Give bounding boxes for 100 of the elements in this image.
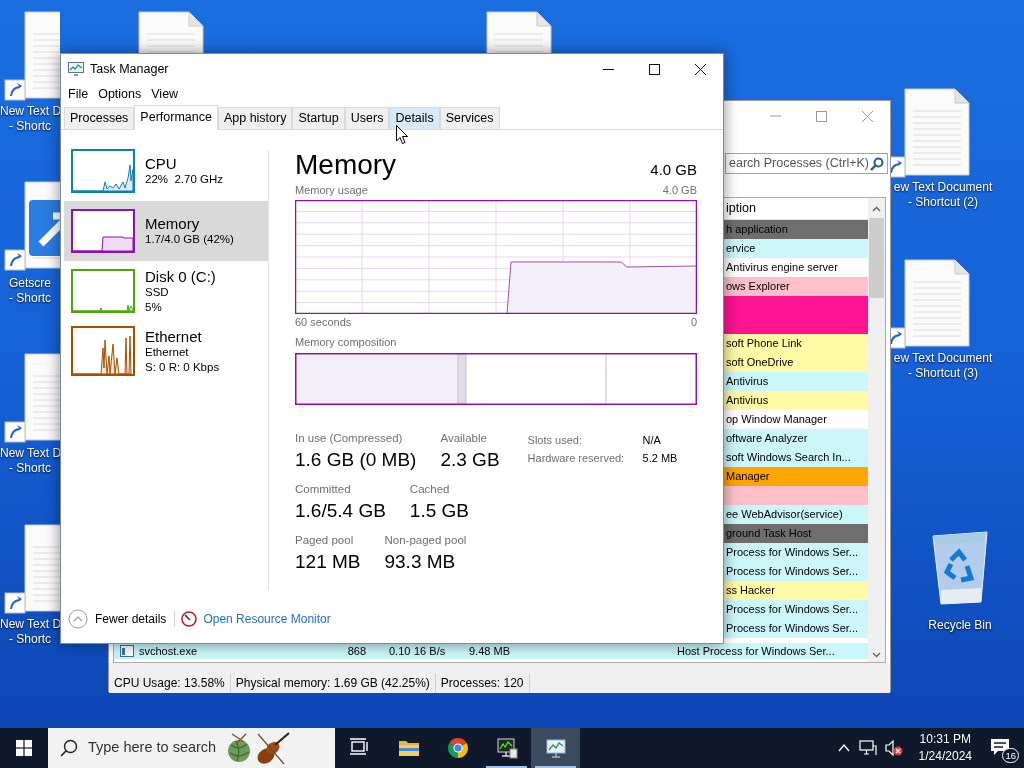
icon-label: - Shortc bbox=[8, 461, 52, 476]
table-cell: soft Phone Link bbox=[722, 334, 868, 353]
stat-value: 93.3 MB bbox=[384, 550, 457, 574]
table-cell: oftware Analyzer bbox=[722, 429, 868, 448]
icon-label: - Shortcut (2) bbox=[907, 195, 979, 210]
volume-muted-icon[interactable] bbox=[884, 740, 903, 756]
monitor-graph-icon[interactable] bbox=[495, 737, 518, 759]
resource-item[interactable]: Memory 1.7/4.0 GB (42%) bbox=[64, 201, 268, 261]
notification-center-button[interactable]: 16 bbox=[990, 736, 1016, 760]
taskbar-search-box[interactable]: Type here to search bbox=[48, 728, 335, 768]
icon-label: - Shortc bbox=[8, 291, 52, 306]
tab[interactable]: Users bbox=[344, 107, 390, 129]
icon-label: New Text D bbox=[0, 446, 60, 461]
chart-label: Memory usage bbox=[295, 182, 368, 198]
menu-item[interactable]: Options bbox=[93, 84, 147, 104]
monitor-chart-icon bbox=[68, 62, 84, 76]
tab[interactable]: Processes bbox=[64, 107, 135, 129]
stat-label: Paged pool bbox=[295, 533, 355, 547]
table-cell-text: 868 bbox=[346, 643, 366, 659]
search-icon bbox=[60, 739, 78, 757]
resource-detail: 22% 2.70 GHz bbox=[145, 172, 223, 187]
stat-label: Committed bbox=[295, 482, 352, 496]
table-cell-text: 16 B/s bbox=[413, 643, 447, 659]
icon-label: New Text D bbox=[0, 617, 60, 632]
table-cell: ground Task Host bbox=[722, 524, 868, 543]
axis-label: 60 seconds bbox=[295, 314, 352, 330]
status-text: CPU Usage: 13.58% bbox=[109, 673, 231, 693]
axis-label: 4.0 GB bbox=[662, 182, 697, 198]
fewer-details-link[interactable]: Fewer details bbox=[95, 610, 167, 628]
menu-item[interactable]: View bbox=[146, 84, 184, 104]
table-cell: ows Explorer bbox=[722, 277, 868, 296]
tab[interactable]: App history bbox=[217, 107, 293, 129]
table-cell: Process for Windows Ser... bbox=[722, 619, 868, 638]
total-memory: 4.0 GB bbox=[650, 160, 697, 180]
table-cell: Process for Windows Ser... bbox=[722, 562, 868, 581]
tab[interactable]: Performance bbox=[134, 105, 218, 130]
gauge-icon bbox=[181, 611, 198, 627]
status-text: Physical memory: 1.69 GB (42.25%) bbox=[230, 673, 436, 693]
property-label: Hardware reserved: bbox=[527, 451, 626, 466]
icon-label: - Shortcut (3) bbox=[907, 366, 979, 381]
table-cell: Manager bbox=[722, 467, 868, 486]
menu-item[interactable]: File bbox=[63, 84, 94, 104]
stat-label: Available bbox=[440, 431, 488, 445]
status-text: Processes: 120 bbox=[435, 673, 530, 693]
icon-label: Recycle Bin bbox=[927, 618, 993, 633]
search-icon[interactable] bbox=[870, 156, 884, 171]
table-cell: soft Windows Search In... bbox=[722, 448, 868, 467]
property-label: Slots used: bbox=[527, 433, 583, 448]
icon-label: - Shortc bbox=[8, 119, 52, 134]
resource-name: Ethernet bbox=[145, 327, 203, 345]
table-cell: Antivirus bbox=[722, 391, 868, 410]
scroll-down-icon[interactable] bbox=[872, 652, 881, 658]
close-icon[interactable] bbox=[694, 63, 706, 75]
axis-label: 0 bbox=[690, 314, 697, 330]
table-cell-text: 9.48 MB bbox=[469, 643, 511, 659]
resource-detail: 5% bbox=[145, 299, 163, 315]
stat-label: In use (Compressed) bbox=[295, 431, 404, 445]
table-cell-text: 0.10 bbox=[388, 643, 412, 659]
table-cell-text: svchost.exe bbox=[139, 643, 199, 659]
column-header[interactable]: iption bbox=[726, 199, 756, 218]
table-cell: Antivirus bbox=[722, 372, 868, 391]
stat-value: 1.5 GB bbox=[409, 499, 469, 523]
table-cell: h application bbox=[722, 220, 868, 239]
chrome-icon[interactable] bbox=[446, 737, 469, 759]
resource-detail: SSD bbox=[145, 284, 170, 300]
document-icon[interactable] bbox=[891, 258, 973, 352]
tab[interactable]: Details bbox=[389, 107, 440, 129]
cursor-icon bbox=[396, 125, 408, 144]
resource-name: Memory bbox=[145, 215, 201, 232]
table-cell: ss Hacker bbox=[722, 581, 868, 600]
monitor-chart-icon[interactable] bbox=[544, 737, 567, 759]
stat-value: 1.6/5.4 GB bbox=[295, 499, 386, 523]
maximize-icon[interactable] bbox=[648, 63, 660, 75]
panel-title: Memory bbox=[295, 148, 397, 182]
property-value: 5.2 MB bbox=[642, 451, 678, 466]
resource-name: Disk 0 (C:) bbox=[145, 267, 216, 285]
windows-logo-icon[interactable] bbox=[16, 740, 32, 756]
icon-label: ew Text Document bbox=[892, 351, 994, 366]
taskbar-button[interactable] bbox=[531, 728, 580, 768]
search-field[interactable]: earch Processes (Ctrl+K) bbox=[725, 153, 888, 174]
scrollbar-thumb[interactable] bbox=[869, 218, 884, 298]
table-cell-text: Host Process for Windows Ser... bbox=[677, 643, 835, 659]
icon-label: Getscre bbox=[8, 276, 52, 291]
clock-date[interactable]: 1/24/2024 bbox=[918, 748, 972, 765]
document-icon[interactable] bbox=[891, 87, 973, 181]
resource-detail: Ethernet bbox=[145, 344, 190, 360]
table-cell: ervice bbox=[722, 239, 868, 258]
tab[interactable]: Services bbox=[439, 107, 500, 129]
search-field[interactable]: Type here to search bbox=[88, 737, 220, 759]
table-cell: Process for Windows Ser... bbox=[722, 543, 868, 562]
icon-label: - Shortc bbox=[8, 632, 52, 647]
table-row[interactable]: svchost.exe 868 0.10 16 B/s 9.48 MB Host Process for Windows Ser... bbox=[114, 643, 868, 659]
window-title: Task Manager bbox=[90, 60, 169, 78]
icon-label: ew Text Document bbox=[892, 180, 994, 195]
resource-name: CPU bbox=[145, 155, 178, 172]
clock-time[interactable]: 10:31 PM bbox=[919, 731, 971, 748]
network-icon[interactable] bbox=[858, 740, 877, 756]
scroll-up-icon[interactable] bbox=[872, 206, 881, 212]
resource-monitor-link[interactable]: Open Resource Monitor bbox=[203, 610, 331, 628]
tab[interactable]: Startup bbox=[292, 107, 345, 129]
